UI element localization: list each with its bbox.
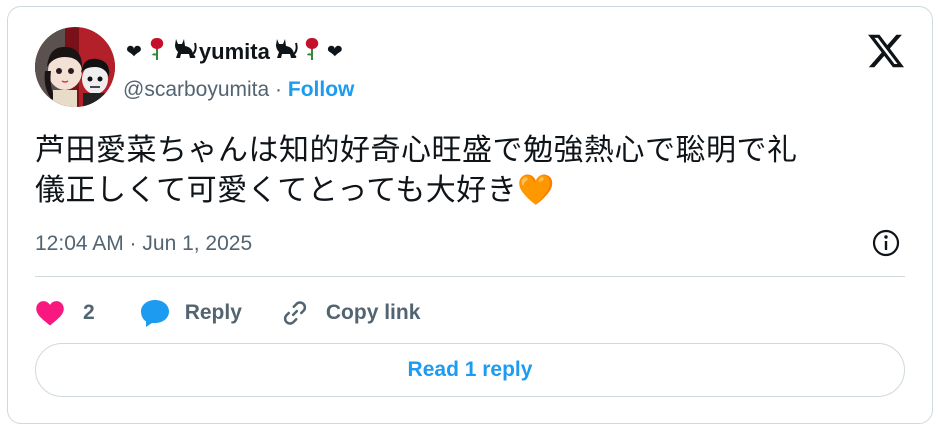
read-reply-button[interactable]: Read 1 reply xyxy=(35,343,905,397)
black-cat-icon xyxy=(170,35,198,68)
user-handle[interactable]: @scarboyumita xyxy=(123,78,269,101)
like-button[interactable]: 2 xyxy=(35,299,95,327)
timestamp[interactable]: 12:04 AM · Jun 1, 2025 xyxy=(35,229,252,259)
divider xyxy=(35,276,905,277)
copy-link-label: Copy link xyxy=(325,301,421,324)
tweet-text-line: 儀正しくて可愛くてとっても大好き🧡 xyxy=(35,171,905,211)
avatar[interactable] xyxy=(35,27,115,107)
display-name[interactable]: ❤ yumita ❤ xyxy=(123,35,346,68)
info-icon[interactable] xyxy=(870,227,902,259)
link-icon xyxy=(283,301,306,325)
tweet-text-line: 芦田愛菜ちゃんは知的好奇心旺盛で勉強熱心で聡明で礼 xyxy=(35,133,798,168)
tweet-card[interactable]: ❤ yumita ❤ @scarboyumita · Follow 芦田愛菜ちゃ… xyxy=(7,6,933,424)
reply-bubble-icon xyxy=(140,300,169,327)
orange-heart-icon: 🧡 xyxy=(517,173,556,208)
action-bar: 2 Reply Copy link xyxy=(35,291,420,335)
like-count: 2 xyxy=(83,301,95,324)
follow-button[interactable]: Follow xyxy=(288,78,355,101)
reply-label: Reply xyxy=(184,301,242,324)
avatar-photo xyxy=(35,27,115,107)
display-name-text: yumita xyxy=(198,38,270,64)
copy-link-button[interactable]: Copy link xyxy=(280,298,421,328)
black-heart-icon: ❤ xyxy=(326,40,343,63)
rose-icon xyxy=(148,36,166,68)
rose-icon xyxy=(303,36,321,68)
black-heart-icon: ❤ xyxy=(126,40,142,63)
tweet-text: 芦田愛菜ちゃんは知的好奇心旺盛で勉強熱心で聡明で礼 儀正しくて可愛くてとっても大… xyxy=(35,131,905,211)
black-cat-icon xyxy=(271,35,299,68)
heart-icon xyxy=(36,301,64,326)
reply-button[interactable]: Reply xyxy=(139,298,242,328)
handle-row: @scarboyumita · Follow xyxy=(123,75,354,105)
tweet-text-line-content: 儀正しくて可愛くてとっても大好き xyxy=(35,173,518,208)
x-logo-icon[interactable] xyxy=(866,31,906,71)
handle-separator: · xyxy=(275,78,283,101)
